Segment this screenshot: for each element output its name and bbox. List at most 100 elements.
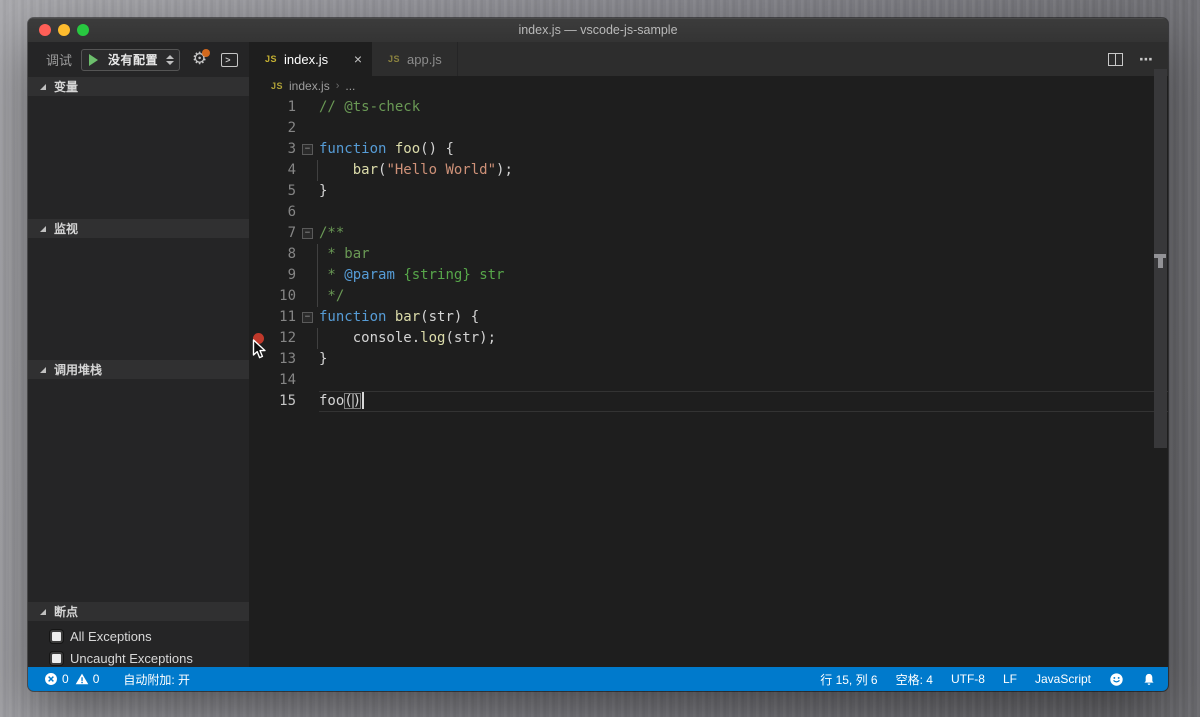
line-number[interactable]: 7 [267, 223, 296, 244]
code-line-text[interactable] [319, 370, 1168, 391]
code-line-text[interactable]: function bar(str) { [319, 307, 1168, 328]
debug-toolbar: 调试 没有配置 ⚙ > [28, 42, 249, 77]
line-number[interactable]: 8 [267, 244, 296, 265]
breadcrumb-more[interactable]: ... [345, 79, 355, 93]
line-number[interactable]: 11 [267, 307, 296, 328]
fold-collapse-icon[interactable]: − [302, 144, 313, 155]
code-line-15[interactable]: 15 foo() [249, 391, 1168, 412]
line-number[interactable]: 3 [267, 139, 296, 160]
breadcrumb[interactable]: JS index.js › ... [249, 76, 1168, 96]
debug-start-button[interactable] [82, 50, 104, 70]
line-number[interactable]: 4 [267, 160, 296, 181]
breakpoint-item-label: Uncaught Exceptions [70, 651, 193, 666]
code-line-6[interactable]: 6 [249, 202, 1168, 223]
auto-attach-status[interactable]: 自动附加: 开 [123, 671, 190, 688]
code-token: () { [420, 141, 454, 157]
glyph-margin[interactable] [249, 118, 267, 139]
code-line-1[interactable]: 1 // @ts-check [249, 97, 1168, 118]
glyph-margin[interactable] [249, 244, 267, 265]
close-tab-icon[interactable]: × [354, 52, 362, 66]
line-number[interactable]: 9 [267, 265, 296, 286]
code-line-5[interactable]: 5} [249, 181, 1168, 202]
line-number[interactable]: 15 [267, 391, 296, 412]
code-line-text[interactable]: */ [319, 286, 1168, 307]
indentation-setting[interactable]: 空格: 4 [896, 671, 933, 688]
minimize-window-button[interactable] [58, 24, 70, 36]
code-line-text[interactable]: * @param {string} str [319, 265, 1168, 286]
code-line-9[interactable]: 9 * @param {string} str [249, 265, 1168, 286]
fold-collapse-icon[interactable]: − [302, 228, 313, 239]
glyph-margin[interactable] [249, 202, 267, 223]
code-line-text[interactable] [319, 202, 1168, 223]
eol-setting[interactable]: LF [1003, 672, 1017, 686]
notifications-bell-icon[interactable] [1142, 672, 1156, 687]
debug-console-icon[interactable]: > [221, 53, 238, 67]
code-line-text[interactable]: // @ts-check [319, 97, 1168, 118]
close-window-button[interactable] [39, 24, 51, 36]
indent-guide [317, 286, 318, 307]
tab-app-js[interactable]: JS app.js [372, 42, 458, 76]
language-mode[interactable]: JavaScript [1035, 672, 1091, 686]
glyph-margin[interactable] [249, 223, 267, 244]
code-line-text[interactable]: foo() [319, 391, 1168, 412]
pane-header-variables[interactable]: 变量 [28, 77, 249, 96]
glyph-margin[interactable] [249, 265, 267, 286]
code-line-14[interactable]: 14 [249, 370, 1168, 391]
glyph-margin[interactable] [249, 160, 267, 181]
cursor-position[interactable]: 行 15, 列 6 [820, 671, 877, 688]
glyph-margin[interactable] [249, 286, 267, 307]
pane-header-breakpoints[interactable]: 断点 [28, 602, 249, 621]
code-line-text[interactable]: } [319, 181, 1168, 202]
line-number[interactable]: 13 [267, 349, 296, 370]
fold-column [296, 97, 319, 118]
gear-icon[interactable]: ⚙ [192, 51, 207, 68]
code-line-text[interactable]: /** [319, 223, 1168, 244]
code-line-text[interactable]: function foo() { [319, 139, 1168, 160]
code-line-text[interactable]: } [319, 349, 1168, 370]
code-line-10[interactable]: 10 */ [249, 286, 1168, 307]
line-number[interactable]: 10 [267, 286, 296, 307]
fold-collapse-icon[interactable]: − [302, 312, 313, 323]
code-line-12[interactable]: 12 console.log(str); [249, 328, 1168, 349]
line-number[interactable]: 12 [267, 328, 296, 349]
glyph-margin[interactable] [249, 181, 267, 202]
line-number[interactable]: 14 [267, 370, 296, 391]
pane-header-callstack[interactable]: 调用堆栈 [28, 360, 249, 379]
code-line-text[interactable]: bar("Hello World"); [319, 160, 1168, 181]
code-line-text[interactable] [319, 118, 1168, 139]
breakpoint-item-uncaught-exceptions[interactable]: Uncaught Exceptions [28, 647, 249, 669]
zoom-window-button[interactable] [77, 24, 89, 36]
line-number[interactable]: 2 [267, 118, 296, 139]
code-line-7[interactable]: 7−/** [249, 223, 1168, 244]
feedback-smiley-icon[interactable] [1109, 672, 1124, 687]
code-line-text[interactable]: * bar [319, 244, 1168, 265]
code-line-13[interactable]: 13} [249, 349, 1168, 370]
code-line-4[interactable]: 4 bar("Hello World"); [249, 160, 1168, 181]
code-lines[interactable]: 1// @ts-check23−function foo() {4 bar("H… [249, 96, 1168, 667]
glyph-margin[interactable] [249, 97, 267, 118]
breadcrumb-file[interactable]: index.js [289, 79, 330, 93]
split-editor-icon[interactable] [1108, 53, 1123, 66]
tab-index-js[interactable]: JS index.js × [249, 42, 372, 76]
checkbox-icon[interactable] [50, 630, 63, 643]
debug-config-dropdown[interactable]: 没有配置 [104, 50, 179, 70]
more-actions-icon[interactable]: ⋯ [1139, 51, 1154, 68]
code-line-2[interactable]: 2 [249, 118, 1168, 139]
pane-header-watch[interactable]: 监视 [28, 219, 249, 238]
code-line-8[interactable]: 8 * bar [249, 244, 1168, 265]
glyph-margin[interactable] [249, 139, 267, 160]
code-line-text[interactable]: console.log(str); [319, 328, 1168, 349]
code-line-11[interactable]: 11−function bar(str) { [249, 307, 1168, 328]
glyph-margin[interactable] [249, 391, 267, 412]
line-number[interactable]: 1 [267, 97, 296, 118]
line-number[interactable]: 6 [267, 202, 296, 223]
breakpoint-item-all-exceptions[interactable]: All Exceptions [28, 625, 249, 647]
line-number[interactable]: 5 [267, 181, 296, 202]
glyph-margin[interactable] [249, 370, 267, 391]
warning-count[interactable]: 0 [75, 672, 100, 686]
code-line-3[interactable]: 3−function foo() { [249, 139, 1168, 160]
encoding-setting[interactable]: UTF-8 [951, 672, 985, 686]
error-count[interactable]: 0 [44, 672, 69, 686]
glyph-margin[interactable] [249, 307, 267, 328]
checkbox-icon[interactable] [50, 652, 63, 665]
